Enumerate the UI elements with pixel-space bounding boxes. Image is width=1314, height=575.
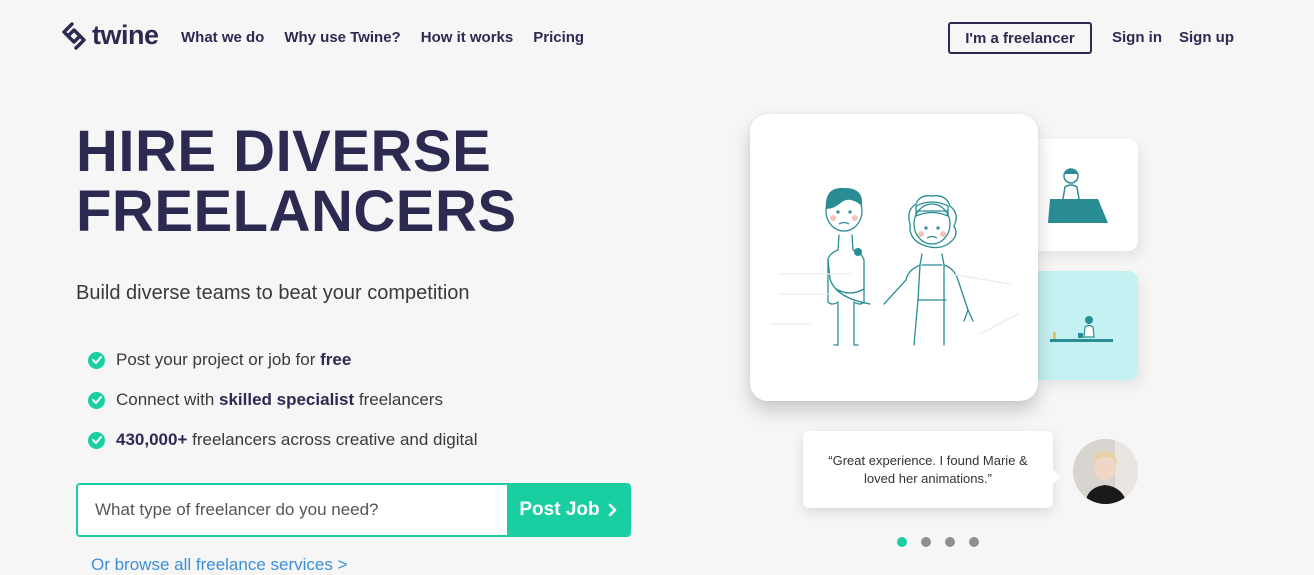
freelancer-workspace-illustration: [1050, 316, 1113, 342]
nav-why-use-twine[interactable]: Why use Twine?: [284, 29, 400, 46]
carousel-dot-4[interactable]: [969, 537, 979, 547]
sign-in-link[interactable]: Sign in: [1112, 29, 1162, 46]
main-nav: What we do Why use Twine? How it works P…: [181, 29, 584, 46]
feature-list: Post your project or job for free Connec…: [88, 340, 477, 460]
check-icon: [88, 391, 105, 409]
testimonial-quote: “Great experience. I found Marie & loved…: [803, 431, 1061, 508]
feature-item: 430,000+ freelancers across creative and…: [88, 420, 477, 460]
feature-item: Connect with skilled specialist freelanc…: [88, 380, 477, 420]
nav-what-we-do[interactable]: What we do: [181, 29, 264, 46]
post-job-button[interactable]: Post Job: [507, 485, 629, 535]
freelancer-search: Post Job: [76, 483, 631, 537]
feature-item: Post your project or job for free: [88, 340, 477, 380]
twine-logo-icon: [62, 21, 86, 50]
diverse-couple-illustration: [769, 187, 1019, 346]
hero-title-line-2: FREELANCERS: [76, 179, 517, 244]
nav-pricing[interactable]: Pricing: [533, 29, 584, 46]
main-illustration-card[interactable]: [750, 114, 1038, 401]
feature-text: Connect with skilled specialist freelanc…: [116, 390, 443, 409]
carousel-dot-1[interactable]: [897, 537, 907, 547]
browse-services-link[interactable]: Or browse all freelance services >: [91, 555, 348, 575]
hero-subtitle: Build diverse teams to beat your competi…: [76, 282, 470, 304]
testimonial-avatar: [1073, 439, 1138, 504]
feature-text: 430,000+ freelancers across creative and…: [116, 430, 478, 449]
freelancer-desk-illustration: [1048, 168, 1108, 223]
sign-up-link[interactable]: Sign up: [1179, 29, 1234, 46]
check-icon: [88, 351, 105, 369]
side-illustration-card-top[interactable]: [1038, 139, 1138, 251]
nav-how-it-works[interactable]: How it works: [421, 29, 514, 46]
side-illustration-card-bottom[interactable]: [1038, 271, 1138, 380]
hero-title-line-1: HIRE DIVERSE: [76, 119, 492, 184]
hero-title: HIRE DIVERSE FREELANCERS: [76, 122, 596, 242]
post-job-label: Post Job: [519, 499, 600, 520]
chevron-right-icon: [608, 503, 616, 517]
im-a-freelancer-button[interactable]: I'm a freelancer: [948, 22, 1092, 54]
carousel-dot-2[interactable]: [921, 537, 931, 547]
logo-text: twine: [92, 20, 159, 50]
carousel-dots: [897, 537, 979, 547]
freelancer-search-input[interactable]: [78, 485, 507, 535]
check-icon: [88, 431, 105, 449]
twine-logo[interactable]: twine: [62, 20, 159, 51]
carousel-dot-3[interactable]: [945, 537, 955, 547]
feature-text: Post your project or job for free: [116, 350, 352, 369]
